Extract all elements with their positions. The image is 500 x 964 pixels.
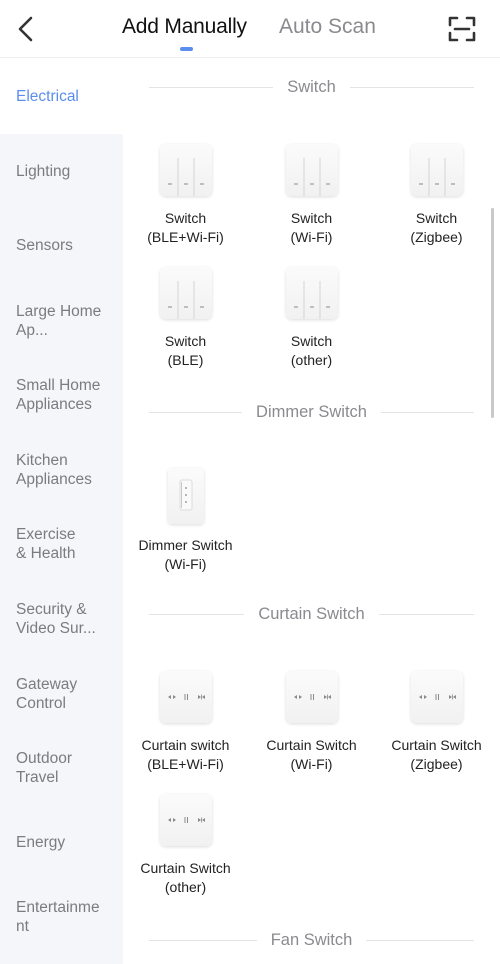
device-curtain-switch-zigbee[interactable]: Curtain Switch (Zigbee) [374, 671, 499, 774]
sidebar-item-energy[interactable]: Energy [0, 805, 123, 880]
device-label: Switch (BLE+Wi-Fi) [147, 210, 224, 245]
section-header-dimmer-switch: Dimmer Switch [149, 402, 474, 422]
sidebar-item-lighting[interactable]: Lighting [0, 134, 123, 209]
tab-add-manually[interactable]: Add Manually [122, 15, 247, 39]
device-label: Switch (BLE) [164, 333, 207, 368]
tab-bar: Add Manually Auto Scan [0, 0, 500, 58]
top-nav-bar: Add Manually Auto Scan [0, 0, 500, 58]
scan-frame-icon [448, 16, 476, 42]
wall-switch-icon [285, 144, 338, 196]
curtain-switch-icon [285, 671, 338, 723]
content-scrollbar[interactable] [491, 208, 494, 418]
category-sidebar: Electrical Lighting Sensors Large Home A… [0, 59, 123, 964]
divider [378, 613, 474, 615]
sidebar-item-label: Lighting [16, 163, 71, 180]
sidebar-item-label: Small Home Appliances [16, 376, 101, 413]
divider [349, 86, 475, 88]
sidebar-item-label: Kitchen Appliances [16, 451, 92, 488]
sidebar-item-outdoor-travel[interactable]: Outdoor Travel [0, 730, 123, 805]
wall-switch-icon [159, 267, 212, 319]
sidebar-item-label: Energy [16, 834, 66, 851]
sidebar-item-electrical[interactable]: Electrical [0, 59, 123, 134]
device-label: Switch (Wi-Fi) [290, 210, 333, 245]
device-dimmer-switch-wifi[interactable]: Dimmer Switch (Wi-Fi) [123, 468, 248, 574]
device-curtain-switch-ble-wifi[interactable]: Curtain switch (BLE+Wi-Fi) [123, 671, 248, 774]
curtain-switch-icon [159, 794, 212, 846]
device-label: Switch (other) [290, 333, 333, 368]
section-title: Fan Switch [270, 930, 353, 949]
device-switch-wifi[interactable]: Switch (Wi-Fi) [249, 144, 374, 247]
device-switch-other[interactable]: Switch (other) [249, 267, 374, 370]
wall-switch-icon [159, 144, 212, 196]
wall-switch-icon [410, 144, 463, 196]
sidebar-item-gateway-control[interactable]: Gateway Control [0, 656, 123, 731]
sidebar-item-label: Entertainment [16, 898, 100, 935]
sidebar-item-kitchen-appliances[interactable]: Kitchen Appliances [0, 432, 123, 507]
device-label: Curtain Switch (other) [140, 860, 231, 895]
sidebar-item-label: Electrical [16, 88, 79, 105]
device-label: Switch (Zigbee) [410, 210, 463, 245]
sidebar-item-sensors[interactable]: Sensors [0, 208, 123, 283]
device-label: Curtain Switch (Wi-Fi) [266, 737, 357, 772]
tab-auto-scan[interactable]: Auto Scan [279, 15, 376, 39]
device-curtain-switch-wifi[interactable]: Curtain Switch (Wi-Fi) [249, 671, 374, 774]
divider [380, 411, 474, 413]
section-title: Switch [287, 77, 336, 96]
curtain-switch-icon [410, 671, 463, 723]
sidebar-item-label: Outdoor Travel [16, 749, 73, 786]
section-title: Curtain Switch [258, 604, 365, 623]
sidebar-item-label: Exercise & Health [16, 525, 76, 562]
section-header-switch: Switch [149, 77, 475, 97]
sidebar-item-label: Sensors [16, 237, 73, 254]
sidebar-item-entertainment[interactable]: Entertainment [0, 879, 123, 954]
sidebar-item-label: Large Home Ap... [16, 302, 102, 339]
sidebar-item-exercise-health[interactable]: Exercise & Health [0, 506, 123, 581]
sidebar-item-large-home-appliances[interactable]: Large Home Ap... [0, 283, 123, 358]
divider [149, 411, 243, 413]
device-list: Switch Switch (BLE+Wi-Fi) Switch (Wi-Fi) S… [123, 59, 500, 964]
device-label: Dimmer Switch (Wi-Fi) [138, 537, 233, 572]
sidebar-item-label: Gateway Control [16, 675, 78, 712]
section-header-curtain-switch: Curtain Switch [149, 604, 474, 624]
curtain-switch-icon [159, 671, 212, 723]
section-header-fan-switch: Fan Switch [149, 930, 474, 950]
device-label: Curtain Switch (Zigbee) [391, 737, 482, 772]
device-switch-ble[interactable]: Switch (BLE) [123, 267, 248, 370]
divider [149, 613, 245, 615]
device-curtain-switch-other[interactable]: Curtain Switch (other) [123, 794, 248, 897]
section-title: Dimmer Switch [256, 402, 367, 421]
divider [149, 86, 274, 88]
device-switch-zigbee[interactable]: Switch (Zigbee) [374, 144, 499, 247]
wall-switch-icon [285, 267, 338, 319]
divider [366, 939, 474, 941]
dimmer-switch-icon [167, 468, 204, 524]
device-switch-ble-wifi[interactable]: Switch (BLE+Wi-Fi) [123, 144, 248, 247]
active-tab-indicator [180, 47, 193, 51]
sidebar-item-small-home-appliances[interactable]: Small Home Appliances [0, 357, 123, 432]
divider [149, 939, 257, 941]
device-label: Curtain switch (BLE+Wi-Fi) [141, 737, 230, 772]
sidebar-item-security-video[interactable]: Security & Video Sur... [0, 581, 123, 656]
scan-button[interactable] [447, 15, 477, 43]
sidebar-item-label: Security & Video Sur... [16, 600, 96, 637]
